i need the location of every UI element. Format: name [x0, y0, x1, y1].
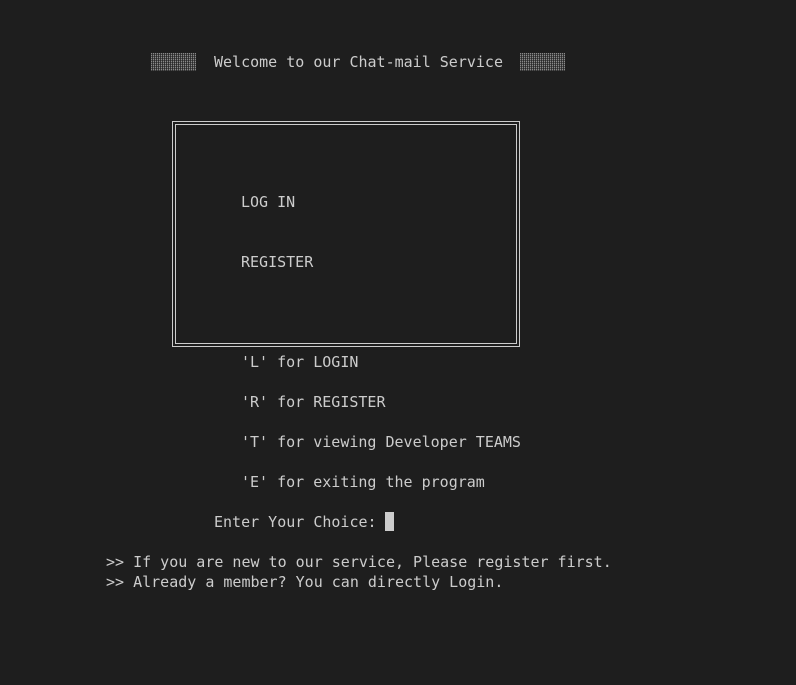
- option-exit: 'E' for exiting the program: [241, 473, 485, 491]
- option-login: 'L' for LOGIN: [241, 353, 359, 371]
- message-new-user: >> If you are new to our service, Please…: [106, 553, 612, 571]
- menu-box: [172, 121, 520, 347]
- text-cursor: [385, 512, 394, 531]
- option-register: 'R' for REGISTER: [241, 393, 386, 411]
- menu-item-login[interactable]: LOG IN: [241, 192, 295, 212]
- message-existing-user: >> Already a member? You can directly Lo…: [106, 573, 504, 591]
- option-teams: 'T' for viewing Developer TEAMS: [241, 433, 521, 451]
- header-shade-left: [151, 53, 196, 71]
- header-shade-right: [520, 53, 565, 71]
- header-title: Welcome to our Chat-mail Service: [214, 53, 503, 71]
- choice-prompt-label: Enter Your Choice:: [214, 513, 377, 531]
- menu-item-register[interactable]: REGISTER: [241, 252, 313, 272]
